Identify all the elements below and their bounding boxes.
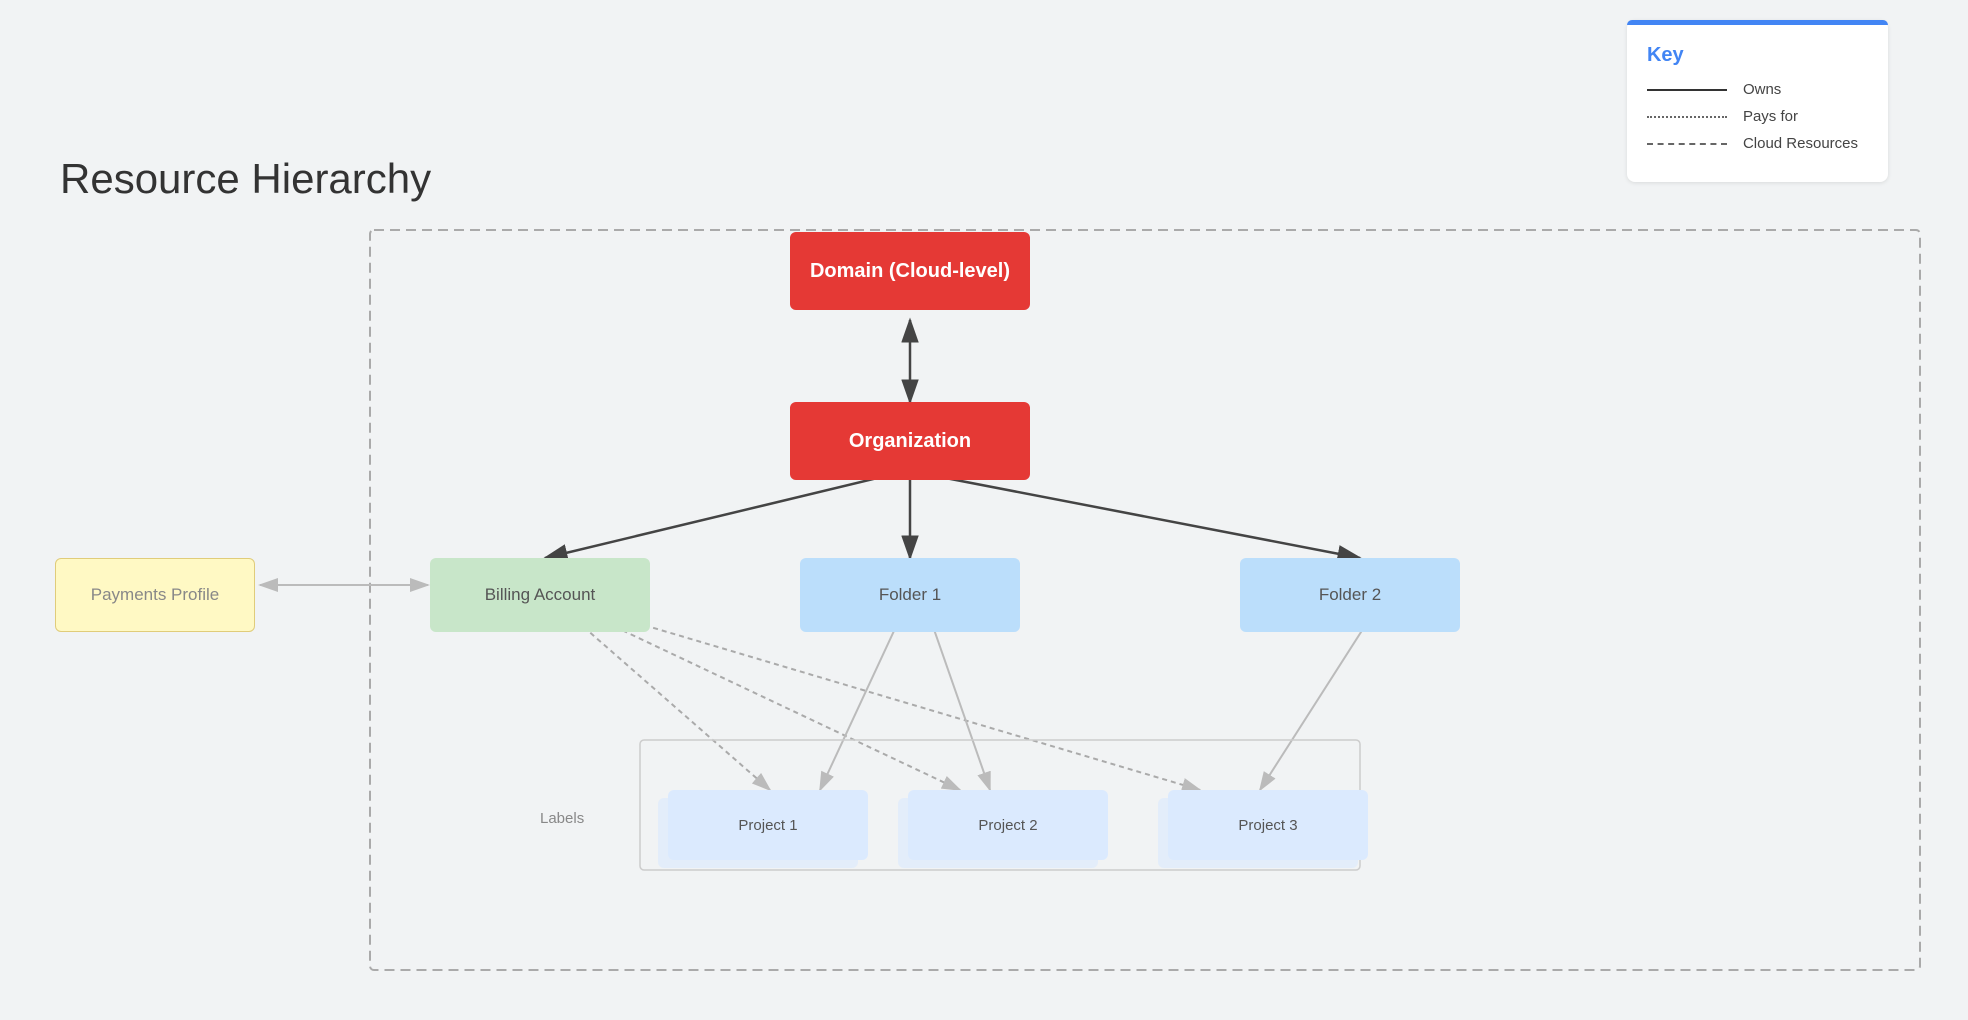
node-project3: Project 3 — [1168, 790, 1368, 860]
node-project1: Project 1 — [668, 790, 868, 860]
key-blue-bar — [1627, 20, 1888, 25]
key-panel: Key Owns Pays for Cloud Resources — [1627, 20, 1888, 182]
key-title: Key — [1647, 44, 1858, 67]
labels-text: Labels — [540, 810, 584, 827]
key-row-owns: Owns — [1647, 81, 1858, 98]
node-folder2: Folder 2 — [1240, 558, 1460, 632]
node-payments-profile: Payments Profile — [55, 558, 255, 632]
node-billing-account: Billing Account — [430, 558, 650, 632]
key-line-dashed — [1647, 143, 1727, 145]
key-label-cloud: Cloud Resources — [1743, 135, 1858, 152]
key-line-dotted — [1647, 116, 1727, 118]
key-label-owns: Owns — [1743, 81, 1781, 98]
node-folder1: Folder 1 — [800, 558, 1020, 632]
node-domain: Domain (Cloud-level) — [790, 232, 1030, 310]
key-label-pays: Pays for — [1743, 108, 1798, 125]
node-organization: Organization — [790, 402, 1030, 480]
key-line-solid — [1647, 89, 1727, 91]
node-project2: Project 2 — [908, 790, 1108, 860]
key-row-pays: Pays for — [1647, 108, 1858, 125]
page-title: Resource Hierarchy — [60, 155, 431, 203]
key-row-cloud: Cloud Resources — [1647, 135, 1858, 152]
